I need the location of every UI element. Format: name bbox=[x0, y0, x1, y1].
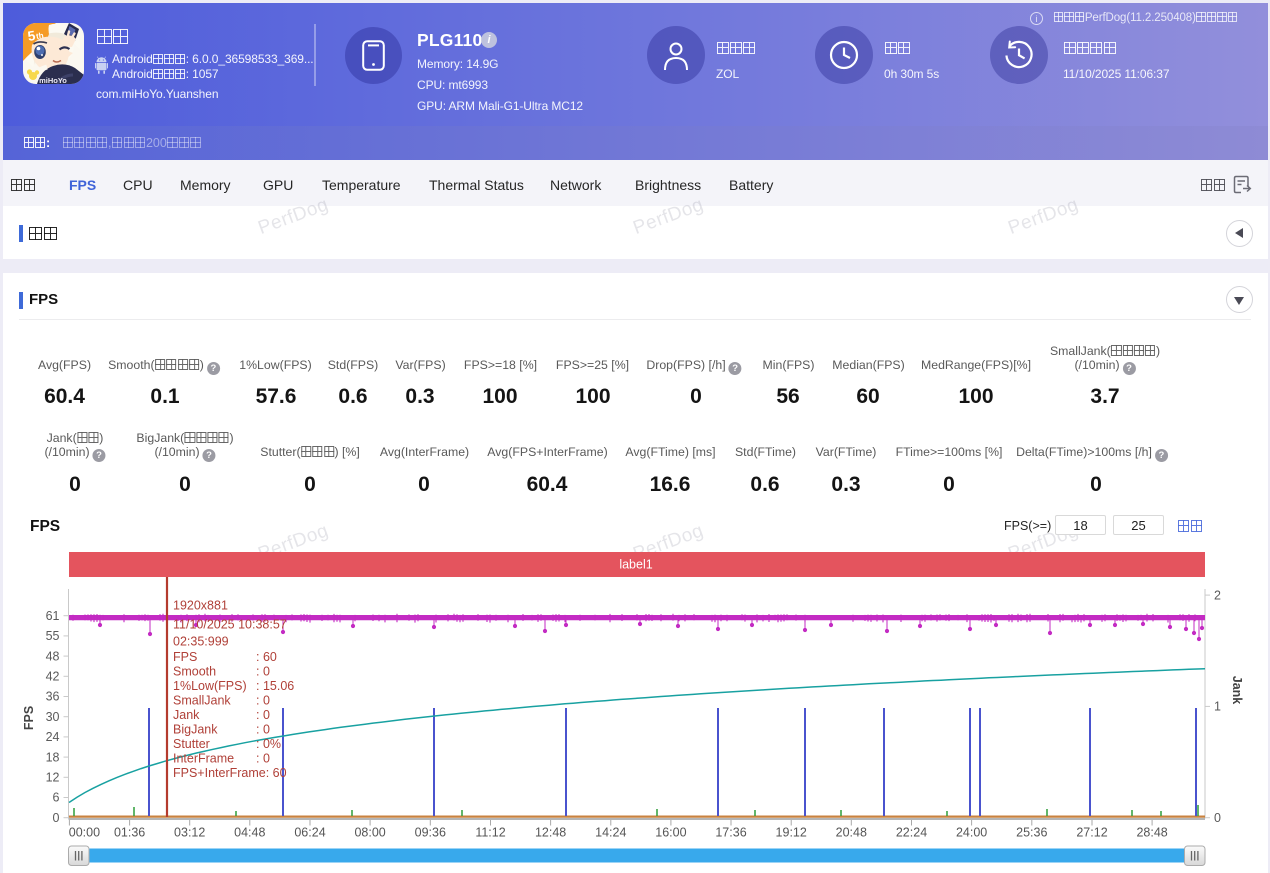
svg-text:11:12: 11:12 bbox=[475, 826, 505, 840]
svg-text:Jank: Jank bbox=[1230, 676, 1244, 705]
svg-text:03:12: 03:12 bbox=[174, 826, 205, 840]
svg-text:FPS+InterFrame: 60: FPS+InterFrame: 60 bbox=[173, 766, 287, 780]
svg-text:1: 1 bbox=[1214, 700, 1221, 714]
svg-text:00:00: 00:00 bbox=[69, 826, 100, 840]
svg-text:0: 0 bbox=[53, 811, 60, 825]
svg-text:36: 36 bbox=[46, 690, 60, 704]
svg-text:0: 0 bbox=[1214, 811, 1221, 825]
svg-text:28:48: 28:48 bbox=[1136, 826, 1167, 840]
svg-text:06:24: 06:24 bbox=[294, 826, 325, 840]
svg-text:55: 55 bbox=[46, 629, 60, 643]
svg-text:12:48: 12:48 bbox=[535, 826, 566, 840]
svg-text:11/10/2025 10:38:57: 11/10/2025 10:38:57 bbox=[173, 617, 287, 631]
svg-text:09:36: 09:36 bbox=[415, 826, 446, 840]
svg-text:17:36: 17:36 bbox=[715, 826, 746, 840]
svg-text:6: 6 bbox=[53, 791, 60, 805]
svg-text:: 0%: : 0% bbox=[256, 737, 281, 751]
svg-text:: 0: : 0 bbox=[256, 693, 270, 707]
svg-text:SmallJank: SmallJank bbox=[173, 693, 231, 707]
svg-text:12: 12 bbox=[46, 771, 60, 785]
svg-text:25:36: 25:36 bbox=[1016, 826, 1047, 840]
svg-text:: 15.06: : 15.06 bbox=[256, 679, 294, 693]
svg-text:19:12: 19:12 bbox=[776, 826, 807, 840]
svg-text:16:00: 16:00 bbox=[655, 826, 686, 840]
svg-text:: 60: : 60 bbox=[256, 650, 277, 664]
svg-text:Smooth: Smooth bbox=[173, 664, 216, 678]
svg-text:27:12: 27:12 bbox=[1076, 826, 1107, 840]
svg-text:BigJank: BigJank bbox=[173, 722, 218, 736]
svg-text:FPS: FPS bbox=[173, 650, 197, 664]
svg-text:48: 48 bbox=[46, 649, 60, 663]
svg-text:24: 24 bbox=[46, 730, 60, 744]
svg-text:Stutter: Stutter bbox=[173, 737, 210, 751]
svg-text:: 0: : 0 bbox=[256, 751, 270, 765]
svg-text:: 0: : 0 bbox=[256, 708, 270, 722]
svg-text:18: 18 bbox=[46, 750, 60, 764]
svg-text:InterFrame: InterFrame bbox=[173, 751, 234, 765]
svg-text:14:24: 14:24 bbox=[595, 826, 626, 840]
svg-text:02:35:999: 02:35:999 bbox=[173, 634, 229, 648]
svg-text:24:00: 24:00 bbox=[956, 826, 987, 840]
svg-text:label1: label1 bbox=[619, 558, 652, 572]
svg-text:: 0: : 0 bbox=[256, 722, 270, 736]
svg-text:1920x881: 1920x881 bbox=[173, 598, 228, 612]
svg-text:22:24: 22:24 bbox=[896, 826, 927, 840]
svg-text:42: 42 bbox=[46, 670, 60, 684]
svg-text:08:00: 08:00 bbox=[354, 826, 385, 840]
svg-text:01:36: 01:36 bbox=[114, 826, 145, 840]
svg-text:Jank: Jank bbox=[173, 708, 200, 722]
svg-text:30: 30 bbox=[46, 710, 60, 724]
svg-text:: 0: : 0 bbox=[256, 664, 270, 678]
svg-text:2: 2 bbox=[1214, 588, 1221, 602]
svg-text:04:48: 04:48 bbox=[234, 826, 265, 840]
svg-text:1%Low(FPS): 1%Low(FPS) bbox=[173, 679, 247, 693]
svg-text:61: 61 bbox=[46, 609, 60, 623]
svg-text:20:48: 20:48 bbox=[836, 826, 867, 840]
svg-text:FPS: FPS bbox=[22, 706, 36, 730]
